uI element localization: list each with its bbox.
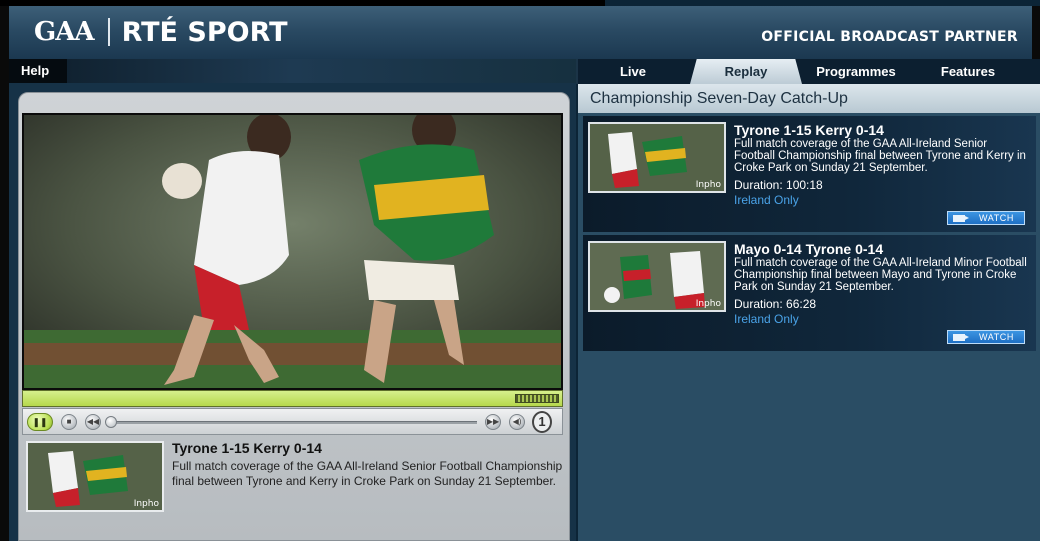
item-region: Ireland Only: [734, 193, 799, 207]
pause-button[interactable]: ❚❚: [27, 413, 53, 431]
now-playing-thumbnail: Inpho: [26, 441, 164, 512]
item-duration: Duration: 100:18: [734, 178, 823, 192]
item-duration: Duration: 66:28: [734, 297, 817, 311]
item-description: Full match coverage of the GAA All-Irela…: [734, 257, 1027, 293]
left-edge: [0, 59, 9, 541]
section-title: Championship Seven-Day Catch-Up: [578, 84, 1040, 113]
list-item[interactable]: Inpho Mayo 0-14 Tyrone 0-14 Full match c…: [583, 235, 1036, 351]
help-bar: Help: [9, 59, 576, 83]
channel-indicator[interactable]: 1: [532, 411, 552, 433]
stop-icon: ■: [66, 417, 72, 426]
item-description: Full match coverage of the GAA All-Irela…: [734, 138, 1026, 174]
player-controls: ❚❚ ■ ◀◀ ▶▶ ◀) 1: [22, 408, 563, 435]
watch-label: WATCH: [979, 332, 1014, 342]
now-playing-description: Full match coverage of the GAA All-Irela…: [172, 459, 563, 488]
now-playing-info: Inpho Tyrone 1-15 Kerry 0-14 Full match …: [26, 440, 563, 514]
photo-credit: Inpho: [695, 180, 721, 190]
tab-programmes[interactable]: Programmes: [806, 59, 906, 84]
rte-sport-logo-text: RTÉ SPORT: [121, 16, 288, 48]
forward-button[interactable]: ▶▶: [485, 414, 501, 430]
watch-label: WATCH: [979, 213, 1014, 223]
list-item[interactable]: Inpho Tyrone 1-15 Kerry 0-14 Full match …: [583, 116, 1036, 232]
header-edge-right: [1032, 6, 1040, 59]
watch-button[interactable]: WATCH: [947, 211, 1025, 225]
gaa-logo-text: GAA: [34, 17, 95, 47]
rewind-icon: ◀◀: [86, 417, 100, 426]
item-thumbnail[interactable]: Inpho: [588, 241, 726, 312]
pause-icon: ❚❚: [32, 417, 48, 427]
item-title[interactable]: Mayo 0-14 Tyrone 0-14: [734, 241, 883, 257]
buffer-indicator: [515, 394, 559, 403]
watch-button[interactable]: WATCH: [947, 330, 1025, 344]
logo-divider: [107, 18, 110, 46]
main-nav: Live Replay Programmes Features: [576, 59, 1040, 84]
site-header: GAA RTÉ SPORT OFFICIAL BROADCAST PARTNER: [0, 6, 1040, 59]
tab-features[interactable]: Features: [926, 59, 1010, 84]
photo-credit: Inpho: [695, 299, 721, 309]
item-region: Ireland Only: [734, 312, 799, 326]
header-edge-left: [0, 6, 9, 59]
item-title[interactable]: Tyrone 1-15 Kerry 0-14: [734, 122, 884, 138]
volume-button[interactable]: ◀): [509, 414, 525, 430]
seek-knob[interactable]: [105, 416, 117, 428]
seek-slider[interactable]: [105, 416, 477, 428]
volume-icon: ◀): [512, 417, 522, 426]
rewind-button[interactable]: ◀◀: [85, 414, 101, 430]
help-button[interactable]: Help: [9, 59, 67, 83]
camera-icon: [953, 215, 969, 222]
video-screen[interactable]: [22, 113, 563, 390]
forward-icon: ▶▶: [486, 417, 500, 426]
stop-button[interactable]: ■: [61, 414, 77, 430]
tab-live[interactable]: Live: [598, 59, 668, 84]
photo-credit: Inpho: [133, 499, 159, 509]
broadcast-partner-label: OFFICIAL BROADCAST PARTNER: [761, 29, 1018, 45]
item-thumbnail[interactable]: Inpho: [588, 122, 726, 193]
now-playing-title: Tyrone 1-15 Kerry 0-14: [172, 440, 322, 456]
gaa-rte-logo[interactable]: GAA RTÉ SPORT: [34, 15, 288, 49]
video-frame-image: [24, 115, 561, 388]
tab-replay[interactable]: Replay: [690, 59, 802, 84]
video-progress-bar[interactable]: [22, 390, 563, 407]
camera-icon: [953, 334, 969, 341]
